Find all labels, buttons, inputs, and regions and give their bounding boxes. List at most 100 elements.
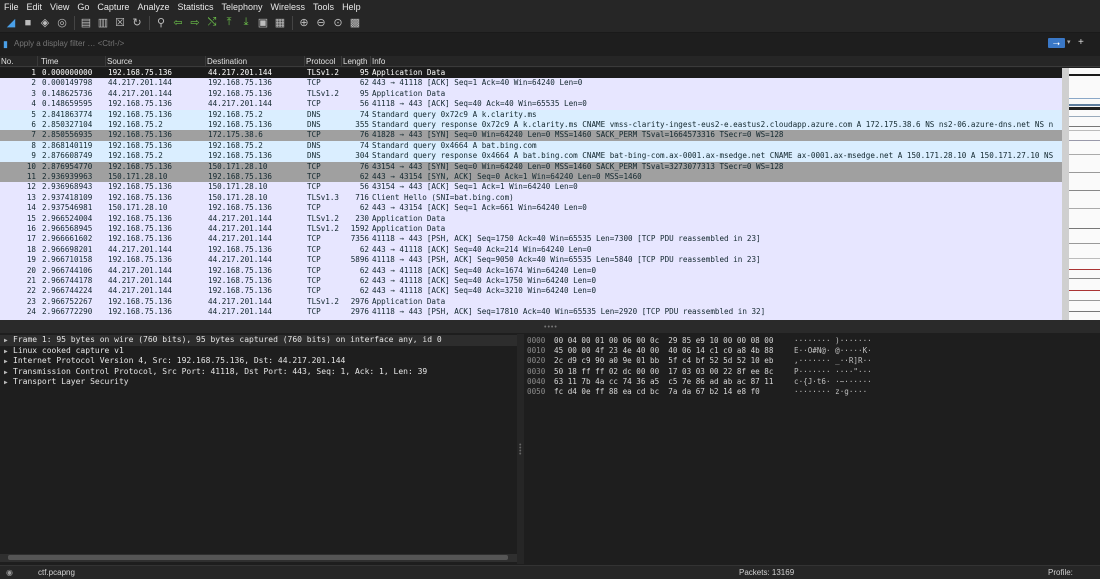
column-info[interactable]: Info: [371, 56, 1069, 67]
autoscroll-icon[interactable]: ▣: [255, 15, 271, 31]
find-icon[interactable]: ⚲: [153, 15, 169, 31]
menu-file[interactable]: File: [4, 2, 19, 12]
packet-src: 192.168.75.136: [108, 307, 173, 317]
hex-row[interactable]: 0020 2c d9 c9 90 a0 9e 01 bb 5f c4 bf 52 …: [524, 356, 1100, 366]
packet-row[interactable]: 3 0.148625736 44.217.201.144 192.168.75.136…: [0, 88, 1100, 100]
go-back-icon[interactable]: ⇦: [170, 15, 186, 31]
column-length[interactable]: Length: [342, 56, 371, 67]
packet-row[interactable]: 19 2.966710158 192.168.75.136 44.217.201.14…: [0, 255, 1100, 266]
details-scrollbar-thumb[interactable]: [8, 555, 508, 560]
packet-dst: 44.217.201.144: [208, 255, 273, 265]
packet-row[interactable]: 4 0.148659595 192.168.75.136 44.217.201.144…: [0, 99, 1100, 110]
detail-tree-item[interactable]: ▶ Transport Layer Security: [0, 377, 517, 388]
close-file-icon[interactable]: ☒: [112, 15, 128, 31]
menu-telephony[interactable]: Telephony: [221, 2, 262, 12]
packet-len: 76: [359, 130, 369, 140]
go-to-packet-icon[interactable]: ⤭: [204, 15, 220, 31]
go-forward-icon[interactable]: ⇨: [187, 15, 203, 31]
packet-row[interactable]: 15 2.966524004 192.168.75.136 44.217.201.14…: [0, 213, 1100, 224]
packet-row[interactable]: 7 2.850556935 192.168.75.136 172.175.38.6 TC…: [0, 130, 1100, 141]
packet-dst: 44.217.201.144: [208, 68, 273, 77]
menu-edit[interactable]: Edit: [27, 2, 43, 12]
packet-no: 17: [26, 234, 36, 244]
column-no[interactable]: No.: [0, 56, 38, 67]
hex-row[interactable]: 0010 45 00 00 4f 23 4e 40 00 40 06 14 c1 …: [524, 346, 1100, 356]
save-file-icon[interactable]: ▥: [95, 15, 111, 31]
packet-src: 44.217.201.144: [108, 265, 173, 275]
packet-time: 2.876954770: [42, 161, 93, 171]
filter-dropdown-icon[interactable]: ▾: [1067, 38, 1075, 48]
zoom-in-icon[interactable]: ⊕: [296, 15, 312, 31]
hex-row[interactable]: 0040 63 11 7b 4a cc 74 36 a5 c5 7e 86 ad …: [524, 377, 1100, 387]
packet-row[interactable]: 9 2.876608749 192.168.75.2 192.168.75.136 DN…: [0, 151, 1100, 162]
packet-row[interactable]: 8 2.868140119 192.168.75.136 192.168.75.2 DN…: [0, 140, 1100, 152]
packet-row[interactable]: 18 2.966698201 44.217.201.144 192.168.75.13…: [0, 244, 1100, 256]
packet-proto: TCP: [307, 99, 321, 109]
expand-arrow-icon[interactable]: ▶: [4, 378, 13, 389]
packet-row[interactable]: 5 2.841863774 192.168.75.136 192.168.75.2 DN…: [0, 109, 1100, 120]
packet-row[interactable]: 16 2.966568945 192.168.75.136 44.217.201.14…: [0, 224, 1100, 235]
menu-analyze[interactable]: Analyze: [137, 2, 169, 12]
options-gear-icon[interactable]: ◎: [54, 15, 70, 31]
restart-icon[interactable]: ◈: [37, 15, 53, 31]
menu-go[interactable]: Go: [77, 2, 89, 12]
menu-wireless[interactable]: Wireless: [271, 2, 306, 12]
detail-tree-item[interactable]: ▶ Frame 1: 95 bytes on wire (760 bits), 9…: [0, 335, 517, 346]
status-profile[interactable]: Profile: Default: [1048, 568, 1100, 579]
resize-columns-icon[interactable]: ▩: [347, 15, 363, 31]
packet-row[interactable]: 2 0.000149798 44.217.201.144 192.168.75.136…: [0, 78, 1100, 89]
display-filter-input[interactable]: [14, 37, 1044, 50]
add-filter-button[interactable]: +: [1078, 37, 1088, 49]
menu-help[interactable]: Help: [342, 2, 361, 12]
zoom-normal-icon[interactable]: ⊙: [330, 15, 346, 31]
packet-row[interactable]: 21 2.966744178 44.217.201.144 192.168.75.13…: [0, 276, 1100, 287]
packet-info: Application Data: [372, 88, 446, 98]
packet-minimap[interactable]: [1069, 68, 1100, 320]
apply-filter-button[interactable]: ⭢: [1048, 38, 1065, 48]
bookmark-icon[interactable]: ▮: [3, 39, 13, 49]
packet-proto: TCP: [307, 276, 321, 285]
hex-row[interactable]: 0000 00 04 00 01 00 06 00 0c 29 85 e9 10 …: [524, 336, 1100, 346]
vertical-splitter[interactable]: • • • •: [517, 334, 524, 564]
menu-statistics[interactable]: Statistics: [177, 2, 213, 12]
packet-row[interactable]: 17 2.966661602 192.168.75.136 44.217.201.14…: [0, 234, 1100, 245]
hex-row[interactable]: 0050 fc d4 0e ff 88 ea cd bc 7a da 67 b2 …: [524, 387, 1100, 397]
packet-row[interactable]: 22 2.966744224 44.217.201.144 192.168.75.13…: [0, 286, 1100, 297]
column-source[interactable]: Source: [106, 56, 206, 67]
stop-icon[interactable]: ■: [20, 15, 36, 31]
shark-fin-start-icon[interactable]: ◢: [3, 15, 19, 31]
go-first-icon[interactable]: ⤒: [221, 15, 237, 31]
packet-dst: 150.171.28.10: [208, 182, 268, 192]
packet-row[interactable]: 12 2.936968943 192.168.75.136 150.171.28.10…: [0, 182, 1100, 193]
go-last-icon[interactable]: ⤓: [238, 15, 254, 31]
detail-tree-item[interactable]: ▶ Transmission Control Protocol, Src Port…: [0, 367, 517, 378]
packet-src: 192.168.75.136: [108, 255, 173, 265]
zoom-out-icon[interactable]: ⊖: [313, 15, 329, 31]
packet-row[interactable]: 24 2.966772290 192.168.75.136 44.217.201.14…: [0, 307, 1100, 318]
packet-no: 21: [26, 276, 36, 285]
column-protocol[interactable]: Protocol: [305, 56, 342, 67]
hex-row[interactable]: 0030 50 18 ff ff 02 dc 00 00 17 03 03 00 …: [524, 367, 1100, 377]
expert-info-icon[interactable]: ◉: [6, 568, 16, 578]
column-destination[interactable]: Destination: [206, 56, 305, 67]
pane-splitter[interactable]: ••••: [0, 320, 1100, 333]
packet-row[interactable]: 20 2.966744106 44.217.201.144 192.168.75.13…: [0, 265, 1100, 276]
packet-row[interactable]: 6 2.850327104 192.168.75.2 192.168.75.136 DN…: [0, 120, 1100, 131]
packet-row[interactable]: 13 2.937418109 192.168.75.136 150.171.28.10…: [0, 192, 1100, 204]
packet-row[interactable]: 11 2.936939963 150.171.28.10 192.168.75.136…: [0, 172, 1100, 183]
menu-capture[interactable]: Capture: [97, 2, 129, 12]
column-time[interactable]: Time: [40, 56, 106, 67]
packet-row[interactable]: 1 0.000000000 192.168.75.136 44.217.201.144…: [0, 68, 1100, 79]
menu-tools[interactable]: Tools: [313, 2, 334, 12]
colorize-icon[interactable]: ▦: [272, 15, 288, 31]
open-file-icon[interactable]: ▤: [78, 15, 94, 31]
detail-tree-item[interactable]: ▶ Internet Protocol Version 4, Src: 192.1…: [0, 356, 517, 367]
menu-view[interactable]: View: [50, 2, 69, 12]
hex-ascii: c·{J·t6· ·~······: [794, 376, 872, 386]
reload-icon[interactable]: ↻: [129, 15, 145, 31]
detail-tree-item[interactable]: ▶ Linux cooked capture v1: [0, 346, 517, 357]
packet-row[interactable]: 14 2.937546981 150.171.28.10 192.168.75.136…: [0, 203, 1100, 214]
packet-list-scrollbar[interactable]: [1062, 68, 1069, 320]
packet-row[interactable]: 23 2.966752267 192.168.75.136 44.217.201.14…: [0, 296, 1100, 308]
packet-row[interactable]: 10 2.876954770 192.168.75.136 150.171.28.10…: [0, 161, 1100, 172]
